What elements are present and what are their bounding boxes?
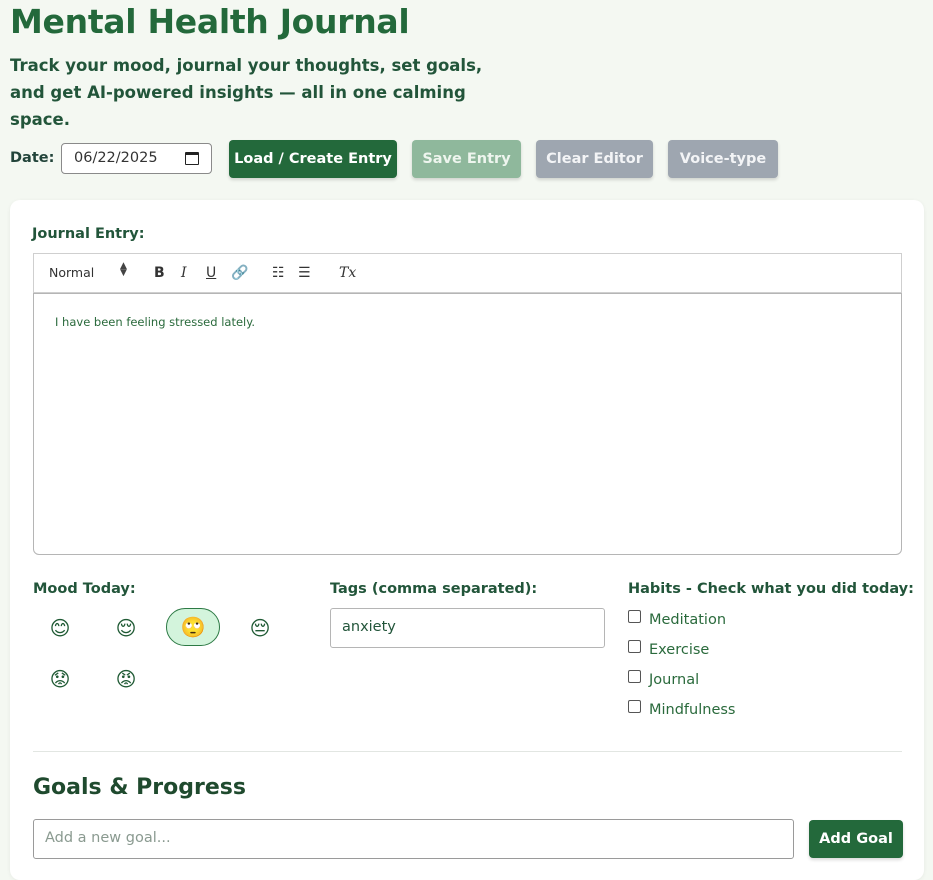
tags-label: Tags (comma separated): (330, 581, 538, 597)
page-title: Mental Health Journal (10, 2, 410, 41)
clear-editor-button[interactable]: Clear Editor (536, 140, 653, 178)
section-divider (33, 751, 902, 752)
habits-label: Habits - Check what you did today: (628, 581, 914, 597)
entry-toolbar: Date: 06/22/2025 Load / Create Entry Sav… (10, 140, 910, 178)
checkbox[interactable] (628, 610, 641, 623)
journal-editor[interactable]: I have been feeling stressed lately. (33, 293, 902, 555)
habit-mindfulness[interactable]: Mindfulness (628, 700, 735, 718)
clear-format-icon[interactable]: Tx (339, 265, 356, 281)
date-value: 06/22/2025 (74, 150, 158, 166)
habit-exercise[interactable]: Exercise (628, 640, 709, 658)
worried-face-icon[interactable]: 😟 (33, 660, 87, 698)
journal-entry-label: Journal Entry: (32, 226, 145, 242)
checkbox[interactable] (628, 670, 641, 683)
happy-face-icon[interactable]: 😊 (33, 609, 87, 647)
goals-title: Goals & Progress (33, 775, 246, 800)
checkbox[interactable] (628, 700, 641, 713)
editor-toolbar: Normal ▲ ▼ B I U 🔗 ☷ ☰ Tx (33, 253, 902, 293)
page-subtitle: Track your mood, journal your thoughts, … (10, 56, 483, 129)
voice-type-button[interactable]: Voice-type (668, 140, 778, 178)
relieved-face-icon[interactable]: 😌 (99, 609, 153, 647)
sad-face-icon[interactable]: 😔 (233, 609, 287, 647)
add-goal-button[interactable]: Add Goal (809, 820, 903, 858)
bullet-list-icon[interactable]: ☰ (298, 265, 311, 281)
habit-meditation[interactable]: Meditation (628, 610, 726, 628)
neutral-face-icon[interactable]: 🙄 (166, 608, 220, 646)
ordered-list-icon[interactable]: ☷ (272, 265, 285, 281)
format-select[interactable]: Normal (49, 265, 94, 280)
bold-icon[interactable]: B (154, 265, 165, 281)
link-icon[interactable]: 🔗 (231, 265, 248, 281)
calendar-icon[interactable] (185, 152, 199, 165)
underline-icon[interactable]: U (206, 265, 216, 281)
goal-input[interactable]: Add a new goal... (33, 819, 794, 859)
load-entry-button[interactable]: Load / Create Entry (229, 140, 397, 178)
select-arrows-icon[interactable]: ▲ ▼ (120, 262, 127, 278)
date-label: Date: (10, 150, 55, 166)
angry-face-icon[interactable]: 😡 (99, 660, 153, 698)
checkbox[interactable] (628, 640, 641, 653)
date-input[interactable]: 06/22/2025 (61, 143, 212, 174)
habit-journal[interactable]: Journal (628, 670, 699, 688)
italic-icon[interactable]: I (181, 265, 187, 281)
mood-label: Mood Today: (33, 581, 136, 597)
save-entry-button[interactable]: Save Entry (412, 140, 521, 178)
tags-input[interactable]: anxiety (330, 608, 605, 648)
journal-card: Journal Entry: Normal ▲ ▼ B I U 🔗 ☷ ☰ Tx … (10, 200, 924, 880)
journal-content: I have been feeling stressed lately. (55, 315, 256, 329)
